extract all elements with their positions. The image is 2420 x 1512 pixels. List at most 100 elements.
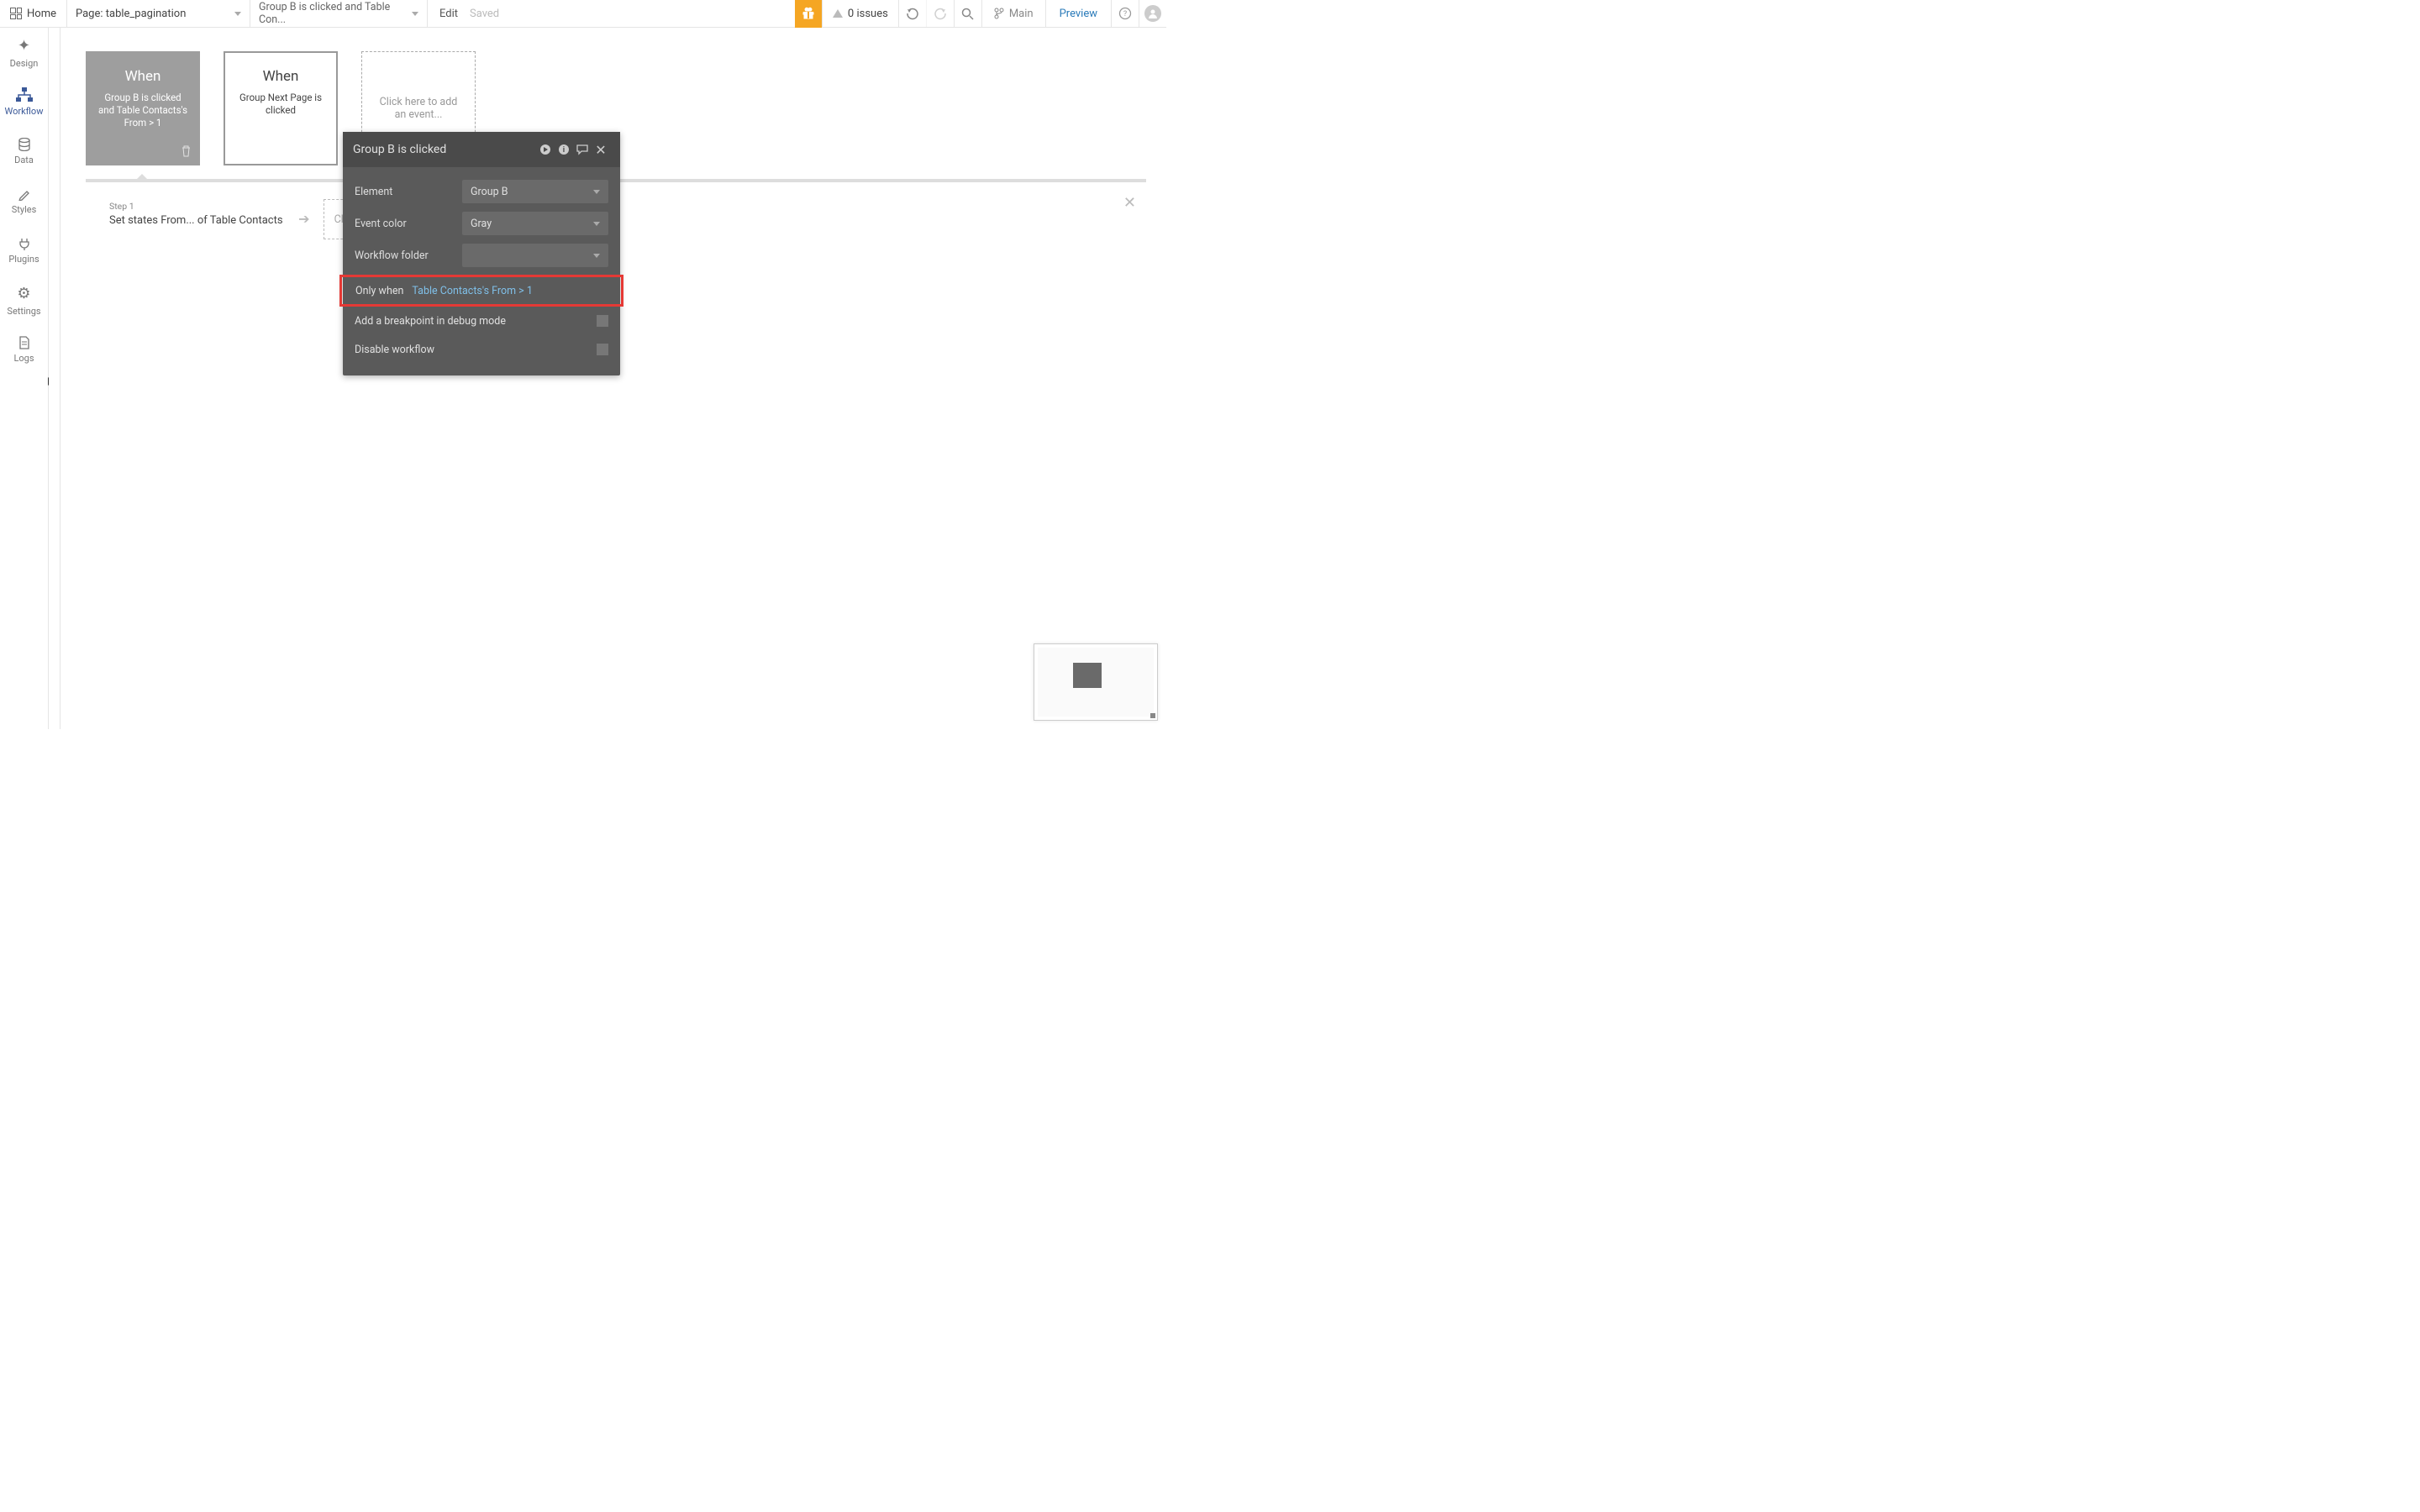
close-icon[interactable]: ✕ xyxy=(592,142,610,158)
edit-link[interactable]: Edit xyxy=(428,8,470,20)
chevron-down-icon xyxy=(593,190,600,194)
event-description: Group Next Page is clicked xyxy=(234,92,328,117)
warning-icon xyxy=(833,9,843,18)
plugins-icon xyxy=(18,237,30,250)
breakpoint-checkbox[interactable] xyxy=(597,315,608,327)
undo-button[interactable] xyxy=(898,0,926,28)
avatar-icon xyxy=(1144,5,1161,22)
gear-icon: ⚙ xyxy=(17,285,30,302)
sidebar-item-label: Settings xyxy=(7,306,40,317)
property-panel: Group B is clicked i ✕ Element Group B E xyxy=(343,132,620,375)
sidebar-item-logs[interactable]: Logs xyxy=(0,325,48,375)
property-row-color: Event color Gray xyxy=(355,207,608,239)
step-card[interactable]: Step 1 Set states From... of Table Conta… xyxy=(109,194,317,244)
branch-label: Main xyxy=(1009,8,1034,20)
minimap[interactable] xyxy=(1034,643,1158,721)
panel-body: Element Group B Event color Gray Workflo… xyxy=(343,167,620,375)
property-label: Element xyxy=(355,186,462,198)
issues-count: 0 issues xyxy=(848,8,888,20)
event-when-label: When xyxy=(263,68,299,85)
redo-icon xyxy=(934,7,947,20)
help-button[interactable]: ? xyxy=(1111,0,1139,28)
event-description: Group B is clicked and Table Contacts's … xyxy=(96,92,190,129)
property-label: Workflow folder xyxy=(355,249,462,262)
property-row-element: Element Group B xyxy=(355,176,608,207)
search-icon xyxy=(961,8,974,20)
property-label: Event color xyxy=(355,218,462,230)
workflow-dropdown[interactable]: Group B is clicked and Table Con... xyxy=(250,0,428,27)
workflow-icon xyxy=(16,87,33,102)
left-sidebar: ✦ Design Workflow Data Styles Plugins ⚙ … xyxy=(0,28,49,729)
arrow-right-icon: ➔ xyxy=(298,211,309,227)
workflow-dropdown-label: Group B is clicked and Table Con... xyxy=(259,1,412,26)
comment-icon[interactable] xyxy=(573,144,592,155)
help-icon: ? xyxy=(1118,7,1132,20)
only-when-label: Only when xyxy=(355,285,403,297)
add-event-label: Click here to add an event... xyxy=(377,96,460,121)
step-number: Step 1 xyxy=(109,201,283,212)
gift-icon xyxy=(802,7,815,20)
event-card-selected[interactable]: When Group B is clicked and Table Contac… xyxy=(86,51,200,165)
panel-header[interactable]: Group B is clicked i ✕ xyxy=(343,132,620,167)
only-when-row-highlighted[interactable]: Only when Table Contacts's From > 1 xyxy=(339,275,623,307)
chevron-down-icon xyxy=(234,12,241,16)
gift-button[interactable] xyxy=(795,0,822,28)
only-when-expression[interactable]: Table Contacts's From > 1 xyxy=(412,285,616,297)
event-when-label: When xyxy=(125,68,161,85)
page-dropdown-label: Page: table_pagination xyxy=(76,8,186,20)
minimap-viewport xyxy=(1038,648,1154,717)
account-button[interactable] xyxy=(1139,0,1166,28)
info-icon[interactable]: i xyxy=(555,144,573,155)
folder-dropdown[interactable] xyxy=(462,244,608,267)
event-card[interactable]: When Group Next Page is clicked xyxy=(224,51,338,165)
branch-button[interactable]: Main xyxy=(981,0,1045,28)
disable-row: Disable workflow xyxy=(355,335,608,364)
sidebar-item-data[interactable]: Data xyxy=(0,127,48,176)
close-steps-button[interactable]: ✕ xyxy=(1123,194,1136,212)
sidebar-item-plugins[interactable]: Plugins xyxy=(0,226,48,276)
minimap-panel-indicator xyxy=(1073,663,1102,688)
undo-icon xyxy=(906,7,919,20)
grid-icon xyxy=(10,8,22,19)
color-dropdown[interactable]: Gray xyxy=(462,212,608,235)
sidebar-item-styles[interactable]: Styles xyxy=(0,176,48,226)
issues-button[interactable]: 0 issues xyxy=(822,0,898,27)
breakpoint-label: Add a breakpoint in debug mode xyxy=(355,315,506,328)
data-icon xyxy=(18,138,31,151)
styles-icon xyxy=(18,187,31,201)
page-dropdown[interactable]: Page: table_pagination xyxy=(67,0,250,27)
redo-button[interactable] xyxy=(926,0,954,28)
branch-icon xyxy=(994,8,1004,19)
sidebar-item-label: Design xyxy=(10,58,39,69)
svg-text:i: i xyxy=(563,146,565,155)
sidebar-item-design[interactable]: ✦ Design xyxy=(0,28,48,77)
saved-status: Saved xyxy=(470,8,499,20)
design-icon: ✦ xyxy=(18,37,30,55)
sidebar-item-workflow[interactable]: Workflow xyxy=(0,77,48,127)
preview-button[interactable]: Preview xyxy=(1045,0,1111,27)
logs-icon xyxy=(18,336,30,349)
run-icon[interactable] xyxy=(536,144,555,155)
element-value: Group B xyxy=(471,186,508,198)
element-dropdown[interactable]: Group B xyxy=(462,180,608,203)
sidebar-item-label: Styles xyxy=(12,204,37,215)
panel-title: Group B is clicked xyxy=(353,143,536,156)
resize-handle-icon[interactable] xyxy=(1150,713,1155,718)
disable-checkbox[interactable] xyxy=(597,344,608,355)
sidebar-item-label: Workflow xyxy=(5,106,44,117)
search-button[interactable] xyxy=(954,0,981,28)
sidebar-item-label: Logs xyxy=(13,353,34,364)
sidebar-item-settings[interactable]: ⚙ Settings xyxy=(0,276,48,325)
trash-icon[interactable] xyxy=(181,145,192,157)
step-description: Set states From... of Table Contacts xyxy=(109,214,283,227)
property-row-folder: Workflow folder xyxy=(355,239,608,271)
preview-label: Preview xyxy=(1060,8,1097,20)
breakpoint-row: Add a breakpoint in debug mode xyxy=(355,307,608,335)
chevron-down-icon xyxy=(412,12,418,16)
svg-text:?: ? xyxy=(1123,10,1127,18)
topbar: Home Page: table_pagination Group B is c… xyxy=(0,0,1166,28)
home-label: Home xyxy=(27,8,56,20)
sidebar-item-label: Plugins xyxy=(8,254,39,265)
disable-label: Disable workflow xyxy=(355,344,434,356)
home-button[interactable]: Home xyxy=(0,0,67,27)
